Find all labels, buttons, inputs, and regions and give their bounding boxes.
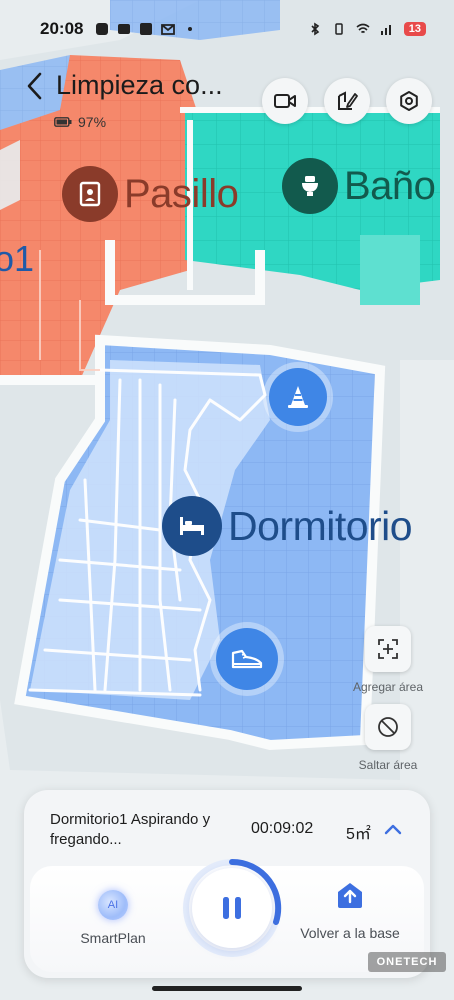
more-dot-icon	[188, 27, 193, 31]
battery-indicator: 13	[403, 22, 426, 36]
room-icon-dormitorio	[162, 496, 222, 556]
room-marker-bano[interactable]: Baño	[282, 158, 436, 214]
obstacle-cone-marker[interactable]	[269, 368, 327, 426]
skip-area-action[interactable]: Saltar área	[343, 704, 433, 772]
room-name-partial: o1	[0, 238, 35, 279]
page-title: Limpieza co...	[56, 70, 223, 100]
linkedin-icon	[140, 23, 153, 35]
wifi-icon	[356, 23, 370, 34]
signal-icon	[380, 25, 391, 35]
traffic-cone-icon	[288, 386, 308, 408]
skip-area-label: Saltar área	[358, 758, 418, 772]
room-name-bano: Baño	[344, 163, 436, 208]
toilet-icon	[302, 176, 318, 196]
smartplan-label: SmartPlan	[80, 930, 146, 946]
robot-battery: 97%	[54, 114, 106, 130]
door-icon	[79, 181, 101, 207]
chevron-up-icon[interactable]	[384, 822, 402, 836]
sneaker-icon	[231, 649, 263, 669]
camera-button[interactable]	[262, 78, 308, 124]
status-time: 20:08	[40, 19, 84, 38]
edit-map-icon	[338, 91, 358, 110]
edit-map-button[interactable]	[324, 78, 370, 124]
room-name-dormitorio: Dormitorio	[228, 502, 413, 549]
notification-icons	[95, 22, 197, 36]
ai-orb-icon: AI	[98, 890, 128, 920]
header: Limpieza co... 97%	[18, 62, 438, 142]
prohibited-icon	[378, 717, 398, 737]
add-area-label: Agregar área	[352, 680, 424, 694]
task-status-row[interactable]: Dormitorio1 Aspirando y fregando... 00:0…	[50, 810, 410, 854]
task-elapsed-time: 00:09:02	[251, 820, 314, 837]
pause-button[interactable]	[192, 868, 272, 948]
watermark: ONETECH	[368, 952, 446, 972]
pause-control[interactable]	[180, 856, 284, 960]
add-area-icon	[378, 639, 398, 659]
app-notification-icon	[118, 24, 131, 34]
gear-icon	[400, 91, 418, 111]
vibrate-icon	[335, 23, 343, 35]
task-description: Dormitorio1 Aspirando y fregando...	[50, 811, 211, 848]
pause-icon	[223, 897, 241, 919]
obstacle-shoe-marker[interactable]	[216, 628, 278, 690]
gmail-icon	[161, 24, 176, 35]
app-notification-icon	[96, 23, 109, 35]
system-icons: 13	[308, 22, 426, 36]
room-marker-dormitorio[interactable]: Dormitorio	[162, 496, 413, 556]
return-to-base-label: Volver a la base	[300, 925, 400, 941]
add-area-action[interactable]: Agregar área	[343, 626, 433, 694]
video-camera-icon	[274, 94, 296, 108]
home-base-icon	[338, 883, 362, 908]
room-marker-pasillo[interactable]: Pasillo	[62, 166, 239, 222]
robot-battery-value: 97%	[78, 114, 107, 130]
control-bar: AI SmartPlan Volver a la base	[30, 858, 424, 972]
back-button[interactable]	[22, 70, 48, 102]
task-panel: Dormitorio1 Aspirando y fregando... 00:0…	[24, 790, 430, 978]
chevron-left-icon	[27, 72, 42, 100]
room-name-pasillo: Pasillo	[124, 171, 239, 216]
skip-area-button[interactable]	[365, 704, 411, 750]
room-icon-bano	[282, 158, 338, 214]
settings-button[interactable]	[386, 78, 432, 124]
room-icon-pasillo	[62, 166, 118, 222]
task-cleaned-area: 5㎡	[346, 826, 371, 843]
add-area-button[interactable]	[365, 626, 411, 672]
bluetooth-icon	[311, 22, 320, 36]
smartplan-button[interactable]: AI SmartPlan	[68, 890, 158, 947]
battery-icon	[54, 117, 72, 127]
home-indicator[interactable]	[152, 986, 302, 991]
return-to-base-button[interactable]: Volver a la base	[300, 880, 400, 942]
status-bar: 20:08 13	[0, 0, 454, 58]
bed-icon	[180, 517, 204, 535]
